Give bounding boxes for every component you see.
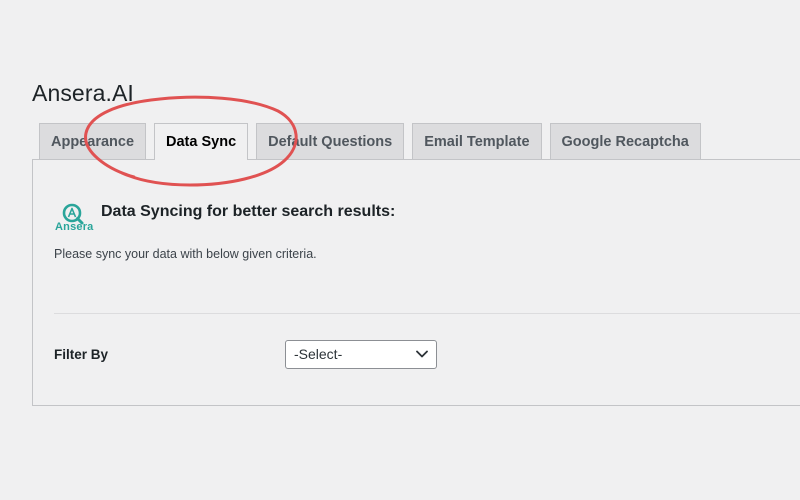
divider xyxy=(54,313,800,314)
tab-appearance[interactable]: Appearance xyxy=(39,123,147,159)
tab-google-recaptcha[interactable]: Google Recaptcha xyxy=(549,123,701,159)
section-heading: Data Syncing for better search results: xyxy=(101,203,396,220)
section-description: Please sync your data with below given c… xyxy=(54,247,317,261)
select-value: -Select- xyxy=(294,346,343,362)
settings-tabs: Appearance Data Sync Default Questions E… xyxy=(39,123,701,160)
tab-data-sync[interactable]: Data Sync xyxy=(154,123,249,160)
logo-text: Ansera xyxy=(55,221,94,233)
filter-by-label: Filter By xyxy=(54,347,109,362)
data-sync-panel: Ansera Data Syncing for better search re… xyxy=(32,159,800,406)
page-title: Ansera.AI xyxy=(32,80,134,106)
tab-default-questions[interactable]: Default Questions xyxy=(256,123,405,159)
filter-by-select[interactable]: -Select- xyxy=(285,340,437,369)
settings-page: Ansera.AI Appearance Data Sync Default Q… xyxy=(0,0,800,500)
chevron-down-icon xyxy=(416,350,428,358)
tab-email-template[interactable]: Email Template xyxy=(412,123,542,159)
